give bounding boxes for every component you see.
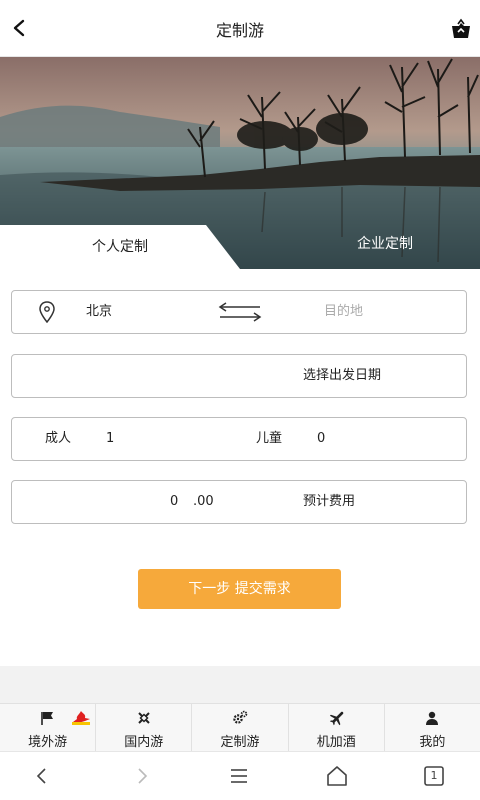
compass-icon <box>138 712 150 724</box>
nav-forward-icon[interactable] <box>130 764 154 788</box>
budget-amount[interactable]: 0 <box>170 481 178 523</box>
gears-icon <box>233 710 248 724</box>
budget-decimals: .00 <box>193 494 214 509</box>
travelers-field: 成人 1 儿童 0 <box>11 417 467 461</box>
tab-personal[interactable]: 个人定制 <box>0 225 240 269</box>
nav-tab-count: 1 <box>430 769 438 782</box>
page-title: 定制游 <box>215 21 264 40</box>
swap-arrows-icon[interactable] <box>218 301 262 323</box>
tab-personal-label: 个人定制 <box>92 239 148 255</box>
share-icon[interactable] <box>450 18 472 40</box>
route-field: 北京 目的地 <box>11 290 467 334</box>
nav-menu-icon[interactable] <box>227 764 251 788</box>
tabbar-item-domestic[interactable]: 国内游 <box>96 704 193 751</box>
tabbar-label-flight-hotel: 机加酒 <box>316 735 356 750</box>
tabbar-label-custom: 定制游 <box>220 735 260 750</box>
tab-enterprise[interactable]: 企业定制 <box>240 225 480 269</box>
bottom-tab-bar: 境外游 国内游 定制游 机加酒 我的 <box>0 703 480 751</box>
submit-request-button[interactable]: 下一步 提交需求 <box>138 569 341 609</box>
nav-home-icon[interactable] <box>325 764 349 788</box>
tabbar-item-custom[interactable]: 定制游 <box>192 704 289 751</box>
airplane-icon <box>330 711 344 726</box>
adult-label: 成人 <box>45 431 72 446</box>
tabbar-label-overseas: 境外游 <box>28 735 68 750</box>
child-count[interactable]: 0 <box>317 418 325 460</box>
origin-city[interactable]: 北京 <box>86 291 112 333</box>
system-nav-bar: 1 <box>0 751 480 800</box>
hot-badge <box>72 711 90 725</box>
location-pin-icon <box>39 301 55 323</box>
departure-date-placeholder: 选择出发日期 <box>303 368 382 383</box>
tabbar-label-profile: 我的 <box>419 735 446 750</box>
tabbar-label-domestic: 国内游 <box>124 735 164 750</box>
departure-date-field[interactable]: 选择出发日期 <box>11 354 467 398</box>
nav-tabs-icon[interactable]: 1 <box>422 764 446 788</box>
nav-back-icon[interactable] <box>30 764 54 788</box>
flag-icon <box>40 712 53 725</box>
tabbar-item-flight-hotel[interactable]: 机加酒 <box>289 704 385 751</box>
tabbar-item-overseas[interactable]: 境外游 <box>0 704 97 751</box>
user-icon <box>426 711 439 725</box>
budget-label: 预计费用 <box>303 494 356 509</box>
tabbar-item-profile[interactable]: 我的 <box>385 704 480 751</box>
destination-input[interactable]: 目的地 <box>324 291 363 333</box>
app-header: 定制游 <box>0 0 480 57</box>
budget-field: 0 .00 预计费用 <box>11 480 467 524</box>
adult-count[interactable]: 1 <box>106 418 114 460</box>
child-label: 儿童 <box>256 431 283 446</box>
